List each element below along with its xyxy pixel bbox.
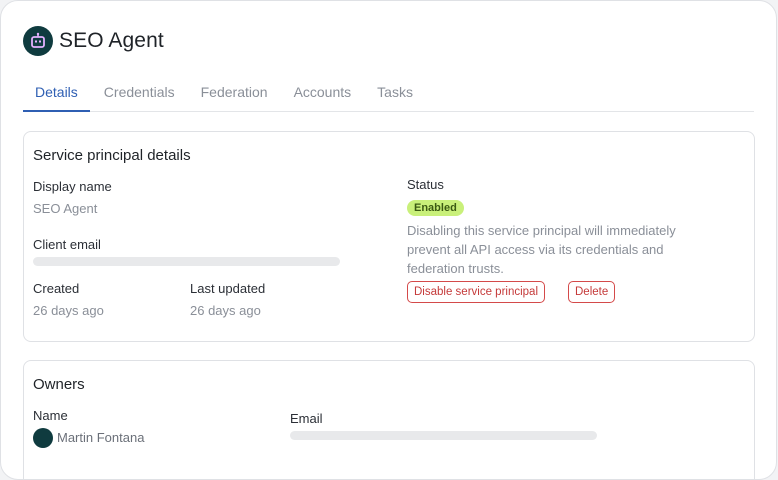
page-title: SEO Agent [59,29,164,52]
tab-accounts[interactable]: Accounts [282,79,364,110]
disable-service-principal-button[interactable]: Disable service principal [407,281,545,303]
client-email-placeholder [33,257,340,266]
last-updated-value: 26 days ago [190,303,261,318]
owners-card: Owners Name Email Martin Fontana [23,360,755,479]
last-updated-label: Last updated [190,281,266,296]
status-label: Status [407,177,444,192]
card-title: Owners [33,376,85,393]
tab-federation[interactable]: Federation [189,79,280,110]
created-label: Created [33,281,80,296]
robot-icon [23,26,53,56]
tab-details[interactable]: Details [23,79,90,112]
owner-email-column-label: Email [290,411,323,426]
owner-email-placeholder [290,431,597,440]
delete-button[interactable]: Delete [568,281,616,303]
created-value: 26 days ago [33,303,104,318]
status-help-text: Disabling this service principal will im… [407,223,676,276]
tab-tasks[interactable]: Tasks [365,79,425,110]
card-title: Service principal details [33,147,191,164]
display-name-value: SEO Agent [33,201,98,216]
window: SEO Agent Details Credentials Federation… [0,0,777,480]
client-email-label: Client email [33,237,101,252]
owner-name: Martin Fontana [57,430,145,445]
display-name-label: Display name [33,179,112,194]
tab-bar: Details Credentials Federation Accounts … [23,79,754,112]
page-header: SEO Agent [23,26,164,56]
owner-name-column-label: Name [33,408,68,423]
status-badge: Enabled [407,200,464,216]
avatar [33,428,53,448]
tab-credentials[interactable]: Credentials [92,79,187,110]
service-principal-details-card: Service principal details Display name S… [23,131,755,342]
